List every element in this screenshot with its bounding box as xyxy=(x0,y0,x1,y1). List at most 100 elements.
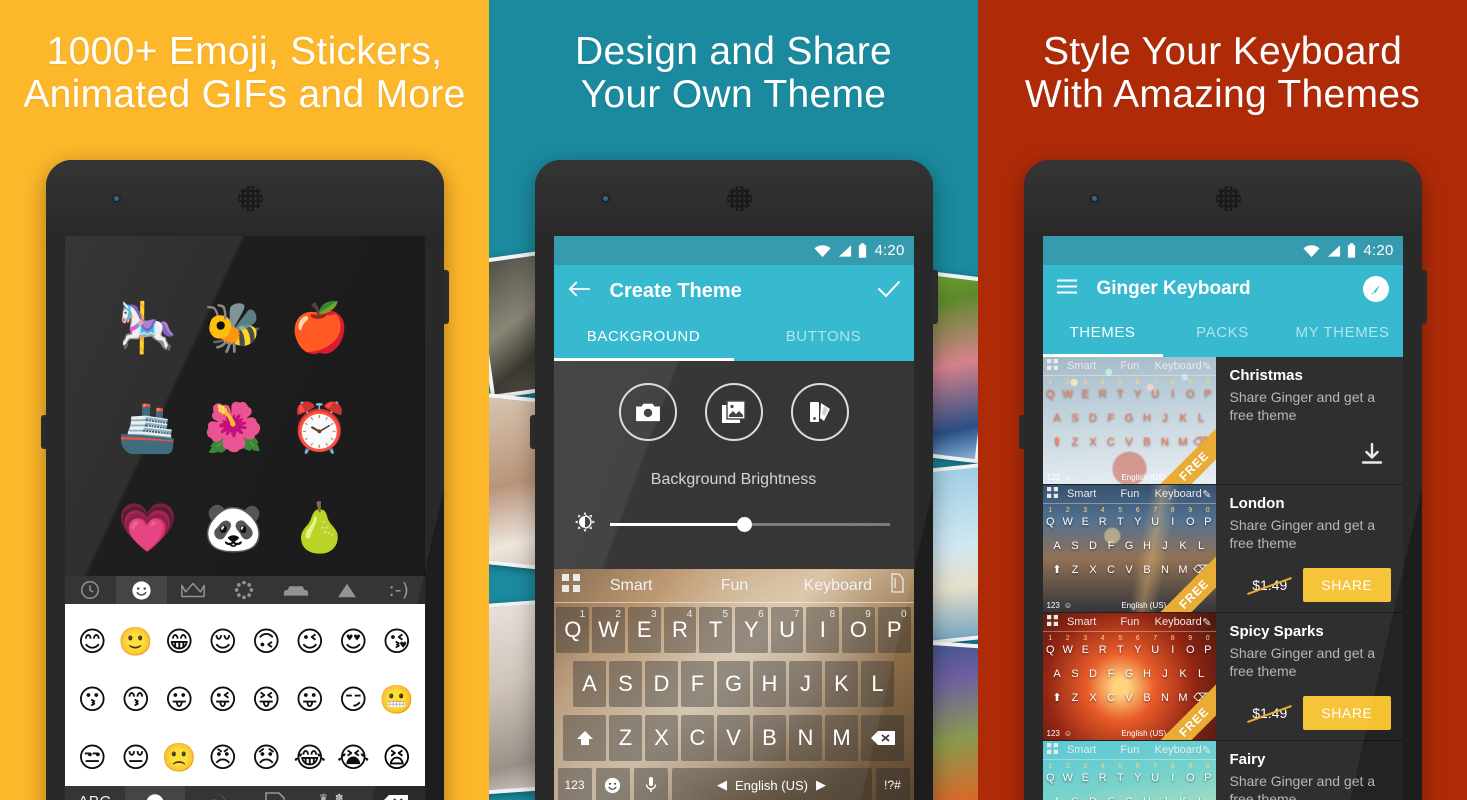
phone-power-button[interactable] xyxy=(1421,270,1427,324)
mic-icon[interactable] xyxy=(633,768,668,800)
theme-list-item[interactable]: Smart Fun Keyboard ✎ 1234567890 QWERTYUI… xyxy=(1042,741,1403,800)
key-y[interactable]: 6Y xyxy=(735,607,768,653)
featured-emoji-pear[interactable]: 🍐 xyxy=(277,478,363,578)
emoji-cell[interactable]: 😗 xyxy=(71,670,115,728)
phone-volume-button[interactable] xyxy=(1018,415,1024,449)
pen-icon[interactable] xyxy=(889,573,905,598)
emoji-cell[interactable]: 😛 xyxy=(158,670,202,728)
key-f[interactable]: F xyxy=(681,661,714,707)
featured-emoji-ship[interactable]: 🚢 xyxy=(105,378,191,478)
tab-my-themes[interactable]: MY THEMES xyxy=(1283,313,1403,357)
theme-list[interactable]: Smart Fun Keyboard ✎ 1234567890 QWERTYUI… xyxy=(1042,357,1403,800)
key-m[interactable]: M xyxy=(825,715,858,761)
phone-power-button[interactable] xyxy=(443,270,449,324)
gallery-button[interactable] xyxy=(704,383,763,441)
key-l[interactable]: L xyxy=(861,661,894,707)
emoji-cell[interactable]: 😍 xyxy=(332,612,376,670)
keyboard-menu-icon[interactable] xyxy=(561,574,580,597)
emoji-cell[interactable]: 😂 xyxy=(288,728,332,786)
shift-key[interactable] xyxy=(563,715,606,761)
backspace-key[interactable] xyxy=(861,715,904,761)
theme-list-item[interactable]: Smart Fun Keyboard ✎ 1234567890 QWERTYUI… xyxy=(1042,485,1403,613)
key-n[interactable]: N xyxy=(789,715,822,761)
featured-emoji-bee[interactable]: 🐝 xyxy=(191,278,277,378)
camera-button[interactable] xyxy=(618,383,677,441)
hamburger-menu-icon[interactable] xyxy=(1056,279,1077,299)
emoji-cell[interactable]: 🙁 xyxy=(158,728,202,786)
back-arrow-icon[interactable] xyxy=(568,280,590,303)
more-categories-icon[interactable]: ♛✽🚗▲ xyxy=(305,790,365,800)
key-k[interactable]: K xyxy=(825,661,858,707)
emoji-tab-flower-icon[interactable] xyxy=(219,579,270,601)
key-z[interactable]: Z xyxy=(609,715,642,761)
key-t[interactable]: 5T xyxy=(699,607,732,653)
key-w[interactable]: 2W xyxy=(592,607,625,653)
emoji-cell[interactable]: 😫 xyxy=(375,728,419,786)
theme-list-item[interactable]: Smart Fun Keyboard ✎ 1234567890 QWERTYUI… xyxy=(1042,357,1403,485)
share-button[interactable]: SHARE xyxy=(1303,568,1391,602)
key-q[interactable]: 1Q xyxy=(556,607,590,653)
numeric-key[interactable]: 123 xyxy=(557,768,592,800)
featured-emoji-alarm-clock[interactable]: ⏰ xyxy=(277,378,363,478)
emoji-key[interactable] xyxy=(124,786,185,800)
theme-thumbnail[interactable]: Smart Fun Keyboard ✎ 1234567890 QWERTYUI… xyxy=(1042,357,1216,484)
emoji-cell[interactable]: 😘 xyxy=(375,612,419,670)
lang-prev-arrow-icon[interactable]: ◀ xyxy=(717,777,727,793)
tab-background[interactable]: BACKGROUND xyxy=(553,317,734,361)
emoji-icon[interactable] xyxy=(595,768,630,800)
emoji-tab-triangle-icon[interactable] xyxy=(322,581,373,599)
key-a[interactable]: A xyxy=(573,661,606,707)
emoji-cell[interactable]: 😠 xyxy=(201,728,245,786)
emoji-tab-smiley-icon[interactable] xyxy=(115,576,168,605)
emoji-cell[interactable]: 🙃 xyxy=(245,612,289,670)
emoji-cell[interactable]: 😔 xyxy=(114,728,158,786)
key-d[interactable]: D xyxy=(645,661,678,707)
key-h[interactable]: H xyxy=(753,661,786,707)
emoji-cell[interactable]: 😬 xyxy=(375,670,419,728)
theme-thumbnail[interactable]: Smart Fun Keyboard ✎ 1234567890 QWERTYUI… xyxy=(1042,613,1216,740)
tab-buttons[interactable]: BUTTONS xyxy=(734,317,914,361)
featured-emoji-apple[interactable]: 🍎 xyxy=(277,278,363,378)
abc-key[interactable]: ABC xyxy=(65,794,125,800)
emoji-cell[interactable]: 😭 xyxy=(332,728,376,786)
check-icon[interactable] xyxy=(877,280,900,303)
emoji-cell[interactable]: 😁 xyxy=(158,612,202,670)
gif-key[interactable]: GIF xyxy=(245,791,305,800)
key-u[interactable]: 7U xyxy=(770,607,804,653)
key-g[interactable]: G xyxy=(717,661,750,707)
key-x[interactable]: X xyxy=(645,715,678,761)
emoji-cell[interactable]: 😞 xyxy=(245,728,289,786)
brush-icon[interactable] xyxy=(1362,276,1389,302)
emoji-cell[interactable]: 😒 xyxy=(71,728,115,786)
key-i[interactable]: 8I xyxy=(806,607,840,653)
key-r[interactable]: 4R xyxy=(663,607,697,653)
phone-volume-button[interactable] xyxy=(529,415,535,449)
featured-emoji-hibiscus[interactable]: 🌺 xyxy=(191,378,277,478)
emoji-tab-recent-clock-icon[interactable] xyxy=(65,579,116,601)
emoji-cell[interactable]: 😜 xyxy=(201,670,245,728)
featured-emoji-carousel-horse[interactable]: 🎠 xyxy=(105,278,191,378)
emoji-cell[interactable]: 😌 xyxy=(201,612,245,670)
brightness-slider[interactable] xyxy=(609,517,890,532)
emoji-tab-emoticon-icon[interactable]: :-) xyxy=(373,579,424,601)
emoji-tab-car-icon[interactable] xyxy=(270,582,321,599)
tab-themes[interactable]: THEMES xyxy=(1042,313,1163,357)
emoji-cell[interactable]: 😝 xyxy=(245,670,289,728)
sticker-icon[interactable] xyxy=(185,791,245,800)
space-key[interactable]: ◀ English (US) ▶ xyxy=(671,768,872,800)
emoji-cell[interactable]: 😊 xyxy=(71,612,115,670)
slider-thumb[interactable] xyxy=(736,517,752,532)
emoji-cell[interactable]: 😏 xyxy=(332,670,376,728)
key-o[interactable]: 9O xyxy=(842,607,875,653)
share-button[interactable]: SHARE xyxy=(1303,696,1391,730)
emoji-cell[interactable]: 😛 xyxy=(288,670,332,728)
key-s[interactable]: S xyxy=(609,661,642,707)
key-c[interactable]: C xyxy=(681,715,714,761)
key-p[interactable]: 0P xyxy=(877,607,911,653)
theme-list-item[interactable]: Smart Fun Keyboard ✎ 1234567890 QWERTYUI… xyxy=(1042,613,1403,741)
download-button[interactable] xyxy=(1361,442,1383,470)
tab-packs[interactable]: PACKS xyxy=(1163,313,1283,357)
key-v[interactable]: V xyxy=(717,715,750,761)
palette-button[interactable] xyxy=(790,383,849,441)
phone-power-button[interactable] xyxy=(932,270,938,324)
